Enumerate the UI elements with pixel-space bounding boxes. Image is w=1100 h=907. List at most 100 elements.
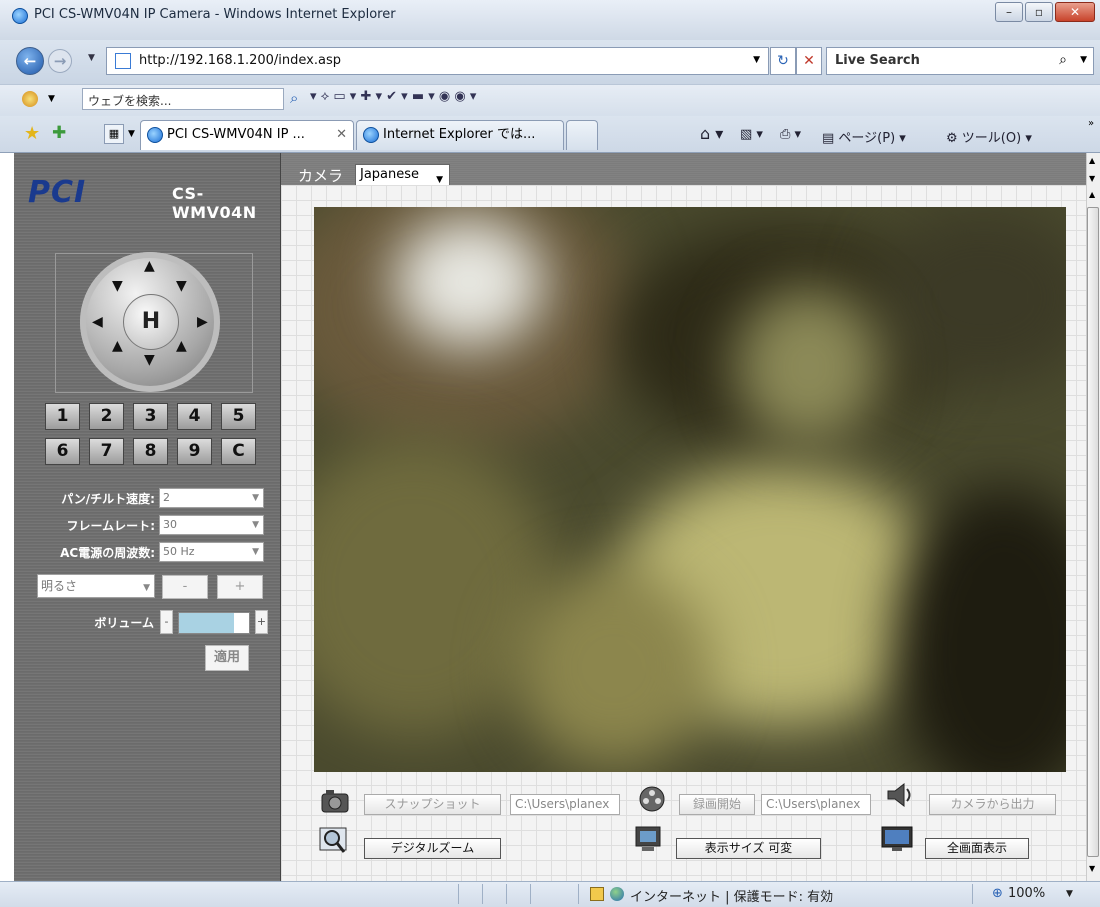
- preset-button[interactable]: 4: [177, 403, 212, 430]
- zoom-level[interactable]: 100%: [1008, 886, 1045, 901]
- preset-button[interactable]: 6: [45, 438, 80, 465]
- pan-up-right-arrow-icon[interactable]: ▼: [176, 278, 187, 294]
- close-tab-icon[interactable]: ✕: [336, 121, 347, 149]
- address-field[interactable]: http://192.168.1.200/index.asp ▼: [106, 47, 769, 75]
- new-tab-button[interactable]: [566, 120, 598, 150]
- preset-button[interactable]: 2: [89, 403, 124, 430]
- preset-button[interactable]: 1: [45, 403, 80, 430]
- pan-down-arrow-icon[interactable]: ▼: [144, 352, 155, 368]
- scroll-up-arrow-icon[interactable]: ▲: [1089, 156, 1095, 165]
- preset-button[interactable]: 3: [133, 403, 168, 430]
- chevron-more-icon[interactable]: »: [1088, 118, 1094, 129]
- tab-list-dropdown-icon[interactable]: ▼: [128, 129, 135, 139]
- back-button[interactable]: ←: [16, 47, 44, 75]
- scroll-down-arrow-icon[interactable]: ▼: [1089, 864, 1095, 873]
- close-window-button[interactable]: ✕: [1055, 2, 1095, 22]
- language-value: Japanese: [360, 167, 420, 182]
- display-size-icon[interactable]: [632, 824, 666, 854]
- page-menu[interactable]: ▤ ページ(P) ▾: [822, 127, 906, 146]
- pan-tilt-speed-value: 2: [163, 491, 170, 504]
- volume-slider[interactable]: [178, 612, 250, 634]
- feeds-icon[interactable]: ▧ ▾: [740, 127, 763, 142]
- quick-tabs-icon[interactable]: ▦: [104, 124, 124, 144]
- window-title: PCI CS-WMV04N IP Camera - Windows Intern…: [34, 7, 396, 22]
- ac-frequency-label: AC電源の周波数:: [60, 546, 155, 560]
- toolbar-buttons-icon[interactable]: ▾ ⟡ ▭ ▾ ✚ ▾ ✔ ▾ ▬ ▾ ◉ ◉ ▾: [310, 89, 476, 109]
- pan-up-arrow-icon[interactable]: ▲: [144, 258, 155, 274]
- record-start-button[interactable]: 録画開始: [679, 794, 755, 815]
- zoom-magnifier-icon[interactable]: ⊕: [992, 886, 1003, 901]
- maximize-button[interactable]: ▫: [1025, 2, 1053, 22]
- record-film-reel-icon[interactable]: [636, 783, 670, 813]
- record-path-field[interactable]: C:\Users\planex: [761, 794, 871, 815]
- brand-logo-text: PCI: [28, 175, 87, 210]
- protected-mode-icon[interactable]: [590, 887, 604, 901]
- tools-menu-label: ツール(O): [961, 131, 1022, 146]
- volume-decrease-button[interactable]: -: [160, 610, 173, 634]
- preset-button[interactable]: 9: [177, 438, 212, 465]
- page-icon: [115, 53, 131, 69]
- pan-up-left-arrow-icon[interactable]: ▼: [112, 278, 123, 294]
- speaker-icon[interactable]: [882, 780, 916, 810]
- history-dropdown-icon[interactable]: ▼: [88, 53, 95, 63]
- pan-tilt-speed-select[interactable]: 2 ▼: [159, 488, 264, 508]
- chevron-down-icon: ▼: [252, 547, 259, 557]
- stop-icon[interactable]: ✕: [796, 47, 822, 75]
- magnifier-zoom-icon[interactable]: [318, 826, 352, 856]
- frame-rate-select[interactable]: 30 ▼: [159, 515, 264, 535]
- preset-button[interactable]: 7: [89, 438, 124, 465]
- ac-frequency-select[interactable]: 50 Hz ▼: [159, 542, 264, 562]
- digital-zoom-button[interactable]: デジタルズーム: [364, 838, 501, 859]
- apply-button[interactable]: 適用: [205, 645, 249, 671]
- toolbar-logo-icon[interactable]: [22, 91, 38, 107]
- pan-tilt-speed-label: パン/チルト速度:: [61, 492, 155, 506]
- live-search-input[interactable]: Live Search ⌕ ▼: [826, 47, 1094, 75]
- home-icon[interactable]: ⌂ ▾: [700, 124, 723, 143]
- brightness-value: 明るさ: [41, 579, 78, 593]
- brightness-select[interactable]: 明るさ ▼: [37, 574, 155, 598]
- volume-increase-button[interactable]: +: [255, 610, 268, 634]
- preset-button[interactable]: C: [221, 438, 256, 465]
- fullscreen-monitor-icon[interactable]: [880, 824, 914, 854]
- preset-button[interactable]: 5: [221, 403, 256, 430]
- tab-camera[interactable]: PCI CS-WMV04N IP ... ✕: [140, 120, 354, 150]
- language-select[interactable]: Japanese ▼: [355, 164, 450, 186]
- display-size-button[interactable]: 表示サイズ 可変: [676, 838, 821, 859]
- search-dropdown-icon[interactable]: ▼: [1080, 55, 1087, 65]
- minimize-button[interactable]: –: [995, 2, 1023, 22]
- search-go-icon[interactable]: ⌕: [290, 89, 298, 109]
- camera-video-feed[interactable]: [314, 207, 1066, 772]
- tab-ie-info-label: Internet Explorer では...: [383, 127, 536, 142]
- zoom-dropdown-icon[interactable]: ▼: [1066, 889, 1073, 899]
- snapshot-camera-icon[interactable]: [318, 786, 352, 816]
- print-icon[interactable]: ⎙ ▾: [780, 127, 801, 142]
- pan-down-right-arrow-icon[interactable]: ▲: [176, 338, 187, 354]
- add-favorites-icon[interactable]: ✚: [52, 123, 66, 143]
- preset-button[interactable]: 8: [133, 438, 168, 465]
- scroll-page-up-icon[interactable]: ▼: [1089, 174, 1095, 183]
- fullscreen-button[interactable]: 全画面表示: [925, 838, 1029, 859]
- search-icon[interactable]: ⌕: [1059, 52, 1067, 68]
- page-menu-label: ページ(P): [838, 131, 896, 146]
- snapshot-button[interactable]: スナップショット: [364, 794, 501, 815]
- favorites-star-icon[interactable]: ★: [24, 123, 40, 144]
- status-bar: インターネット | 保護モード: 有効 ⊕ 100% ▼: [0, 881, 1100, 907]
- audio-out-button[interactable]: カメラから出力: [929, 794, 1056, 815]
- pan-down-left-arrow-icon[interactable]: ▲: [112, 338, 123, 354]
- ptz-home-button[interactable]: H: [123, 294, 179, 350]
- brightness-increase-button[interactable]: +: [217, 575, 263, 599]
- web-search-input[interactable]: ウェブを検索...: [82, 88, 284, 110]
- address-dropdown-icon[interactable]: ▼: [753, 55, 760, 65]
- toolbar-menu-dropdown-icon[interactable]: ▼: [48, 94, 55, 104]
- snapshot-path-field[interactable]: C:\Users\planex: [510, 794, 620, 815]
- tools-menu[interactable]: ⚙ ツール(O) ▾: [946, 127, 1032, 146]
- tab-ie-info[interactable]: Internet Explorer では...: [356, 120, 564, 150]
- forward-button[interactable]: →: [48, 49, 72, 73]
- pan-right-arrow-icon[interactable]: ▶: [197, 314, 208, 330]
- scrollbar-thumb[interactable]: [1087, 207, 1099, 857]
- refresh-icon[interactable]: ↻: [770, 47, 796, 75]
- scroll-arrow-icon[interactable]: ▲: [1089, 190, 1095, 199]
- tab-camera-label: PCI CS-WMV04N IP ...: [167, 127, 305, 142]
- brightness-decrease-button[interactable]: -: [162, 575, 208, 599]
- pan-left-arrow-icon[interactable]: ◀: [92, 314, 103, 330]
